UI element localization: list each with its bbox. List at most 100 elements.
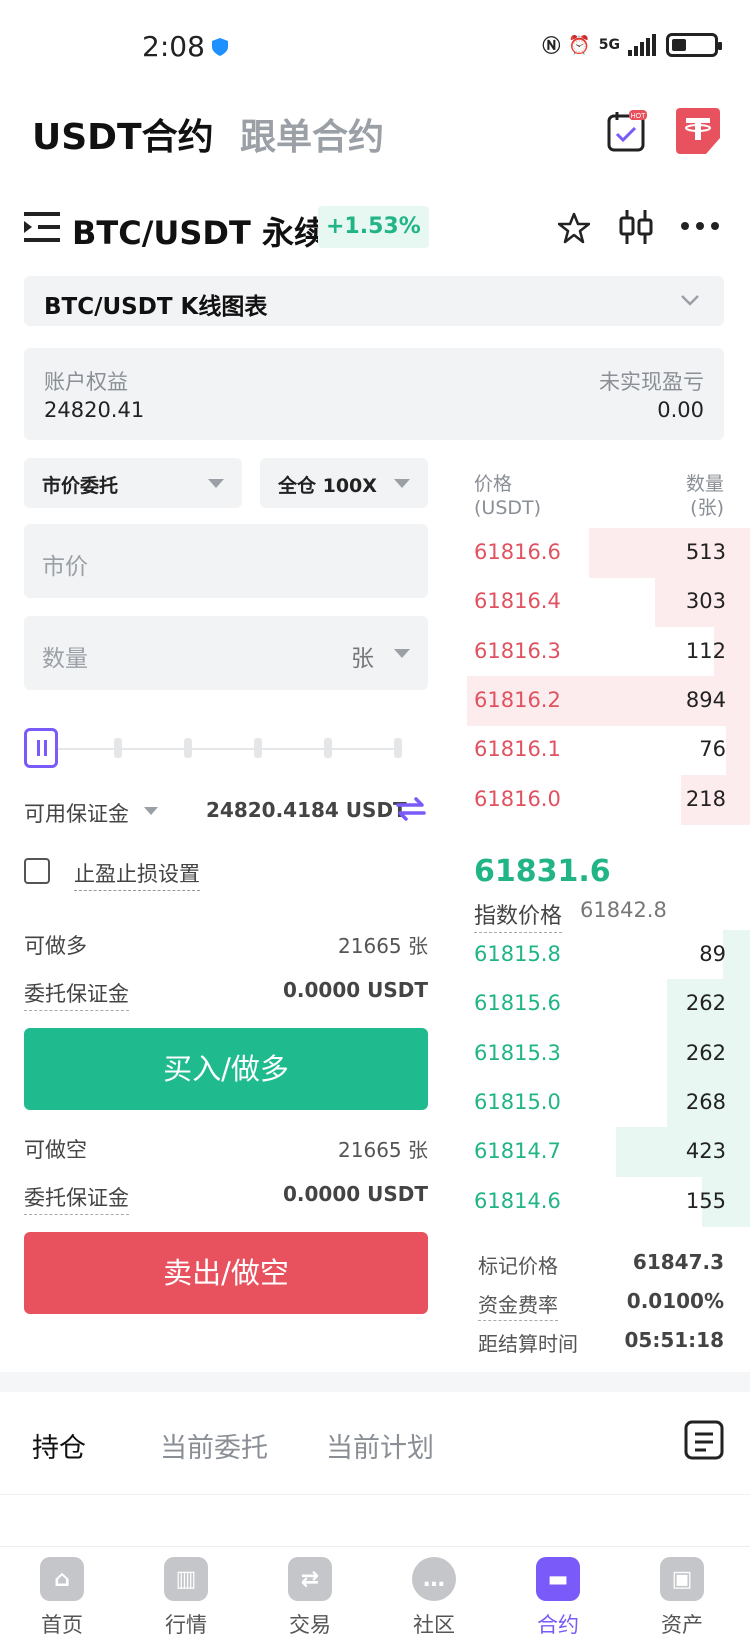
quantity-slider-handle[interactable] bbox=[24, 728, 58, 768]
slider-step[interactable] bbox=[254, 738, 262, 758]
slider-step[interactable] bbox=[394, 738, 402, 758]
tp-sl-label[interactable]: 止盈止损设置 bbox=[74, 858, 200, 891]
orderbook-price-header: 价格 (USDT) bbox=[474, 472, 541, 520]
leverage-select[interactable]: 全仓 100X bbox=[260, 458, 428, 508]
price-placeholder: 市价 bbox=[42, 554, 88, 580]
ask-row[interactable]: 61816.0 218 bbox=[452, 774, 750, 825]
bid-price: 61815.0 bbox=[474, 1089, 561, 1114]
nav-assets[interactable]: ▣ 资产 bbox=[622, 1557, 742, 1639]
slider-step[interactable] bbox=[324, 738, 332, 758]
nav-community[interactable]: … 社区 bbox=[374, 1557, 494, 1639]
short-available-value: 21665 张 bbox=[338, 1138, 428, 1162]
slider-step[interactable] bbox=[184, 738, 192, 758]
kline-chart-label: BTC/USDT K线图表 bbox=[44, 294, 268, 320]
unrealized-pnl-label: 未实现盈亏 bbox=[599, 370, 704, 394]
tab-positions[interactable]: 持仓 bbox=[32, 1426, 86, 1465]
caret-down-icon bbox=[208, 479, 224, 488]
ask-row[interactable]: 61816.3 112 bbox=[452, 626, 750, 677]
trade-icon: ⇄ bbox=[288, 1557, 332, 1601]
nav-label: 合约 bbox=[537, 1613, 579, 1637]
pair-change-badge: +1.53% bbox=[318, 206, 429, 248]
pair-menu-icon[interactable] bbox=[24, 210, 62, 244]
tab-copy-contract[interactable]: 跟单合约 bbox=[240, 108, 384, 160]
price-header-label: 价格 bbox=[474, 473, 513, 495]
kline-chart-dropdown[interactable]: BTC/USDT K线图表 bbox=[24, 276, 724, 326]
index-price-label[interactable]: 指数价格 bbox=[474, 898, 563, 933]
ask-price: 61816.3 bbox=[474, 638, 561, 663]
tether-icon[interactable] bbox=[676, 108, 720, 154]
quantity-input[interactable]: 数量 张 bbox=[24, 616, 428, 690]
order-type-select[interactable]: 市价委托 bbox=[24, 458, 242, 508]
settlement-time-label: 距结算时间 bbox=[478, 1332, 578, 1356]
caret-down-icon bbox=[144, 807, 158, 815]
bid-row[interactable]: 61814.7 423 bbox=[452, 1127, 750, 1178]
nav-home[interactable]: ⌂ 首页 bbox=[2, 1557, 122, 1639]
calendar-hot-icon[interactable]: HOT bbox=[607, 110, 647, 152]
bid-quantity: 268 bbox=[685, 1089, 726, 1114]
bid-price: 61814.7 bbox=[474, 1139, 561, 1164]
ask-price: 61816.1 bbox=[474, 737, 561, 762]
order-margin-value: 0.0000 USDT bbox=[282, 978, 428, 1002]
nav-market[interactable]: ▥ 行情 bbox=[126, 1557, 246, 1639]
buy-long-button[interactable]: 买入/做多 bbox=[24, 1028, 428, 1110]
caret-down-icon bbox=[394, 649, 410, 658]
sell-short-button[interactable]: 卖出/做空 bbox=[24, 1232, 428, 1314]
leverage-label: 全仓 100X bbox=[278, 475, 377, 497]
bid-price: 61815.8 bbox=[474, 942, 561, 966]
bid-depth-bar bbox=[616, 1127, 750, 1178]
bid-row[interactable]: 61815.0 268 bbox=[452, 1077, 750, 1128]
ask-quantity: 513 bbox=[685, 540, 726, 564]
funding-rate-value: 0.0100% bbox=[626, 1289, 724, 1313]
home-icon: ⌂ bbox=[40, 1557, 84, 1601]
nav-trade[interactable]: ⇄ 交易 bbox=[250, 1557, 370, 1639]
status-icons: Ⓝ ⏰ 5G bbox=[542, 32, 722, 58]
last-price[interactable]: 61831.6 bbox=[474, 854, 611, 889]
nav-label: 首页 bbox=[41, 1613, 83, 1637]
nav-contract[interactable]: ▬ 合约 bbox=[498, 1557, 618, 1639]
price-input[interactable]: 市价 bbox=[24, 524, 428, 598]
ask-row[interactable]: 61816.2 894 bbox=[452, 675, 750, 726]
community-icon: … bbox=[412, 1557, 456, 1601]
svg-text:HOT: HOT bbox=[631, 113, 647, 120]
quantity-unit-select[interactable]: 张 bbox=[351, 639, 374, 673]
qty-header-label: 数量 bbox=[685, 473, 724, 495]
bid-row[interactable]: 61815.3 262 bbox=[452, 1028, 750, 1079]
quantity-slider-track[interactable] bbox=[40, 748, 400, 750]
signal-icon bbox=[628, 34, 656, 56]
unrealized-pnl-value: 0.00 bbox=[657, 398, 704, 422]
shield-icon bbox=[212, 38, 228, 56]
available-margin-label[interactable]: 可用保证金 bbox=[24, 798, 129, 828]
mark-price-label: 标记价格 bbox=[478, 1254, 558, 1278]
ask-row[interactable]: 61816.1 76 bbox=[452, 725, 750, 776]
transfer-icon[interactable] bbox=[394, 794, 428, 824]
ask-price: 61816.4 bbox=[474, 589, 561, 614]
tab-current-plans[interactable]: 当前计划 bbox=[326, 1426, 434, 1465]
tab-usdt-contract[interactable]: USDT合约 bbox=[32, 108, 214, 160]
price-header-unit: (USDT) bbox=[474, 497, 542, 519]
bid-row[interactable]: 61815.6 262 bbox=[452, 979, 750, 1030]
nav-label: 资产 bbox=[661, 1613, 703, 1637]
bid-quantity: 262 bbox=[685, 1040, 726, 1065]
ask-price: 61816.6 bbox=[474, 540, 561, 564]
ask-quantity: 303 bbox=[685, 589, 726, 614]
more-icon[interactable] bbox=[680, 218, 720, 234]
tab-open-orders[interactable]: 当前委托 bbox=[160, 1426, 268, 1465]
funding-rate-label[interactable]: 资金费率 bbox=[478, 1289, 558, 1321]
star-icon[interactable] bbox=[558, 212, 590, 244]
bid-quantity: 423 bbox=[685, 1139, 726, 1164]
pair-name[interactable]: BTC/USDT 永续 bbox=[72, 208, 326, 254]
bid-row[interactable]: 61815.8 89 bbox=[452, 930, 750, 980]
bid-quantity: 155 bbox=[685, 1188, 726, 1213]
order-history-icon[interactable] bbox=[684, 1420, 724, 1460]
candlestick-icon[interactable] bbox=[618, 208, 654, 246]
quantity-placeholder: 数量 bbox=[42, 646, 88, 672]
ask-row[interactable]: 61816.6 513 bbox=[452, 528, 750, 578]
bid-row[interactable]: 61814.6 155 bbox=[452, 1176, 750, 1227]
slider-step[interactable] bbox=[114, 738, 122, 758]
ask-row[interactable]: 61816.4 303 bbox=[452, 577, 750, 628]
battery-icon bbox=[666, 33, 722, 57]
tp-sl-checkbox[interactable] bbox=[24, 858, 50, 884]
qty-header-unit: (张) bbox=[690, 497, 724, 519]
status-time: 2:08 bbox=[142, 30, 205, 63]
bid-price: 61815.3 bbox=[474, 1040, 561, 1065]
